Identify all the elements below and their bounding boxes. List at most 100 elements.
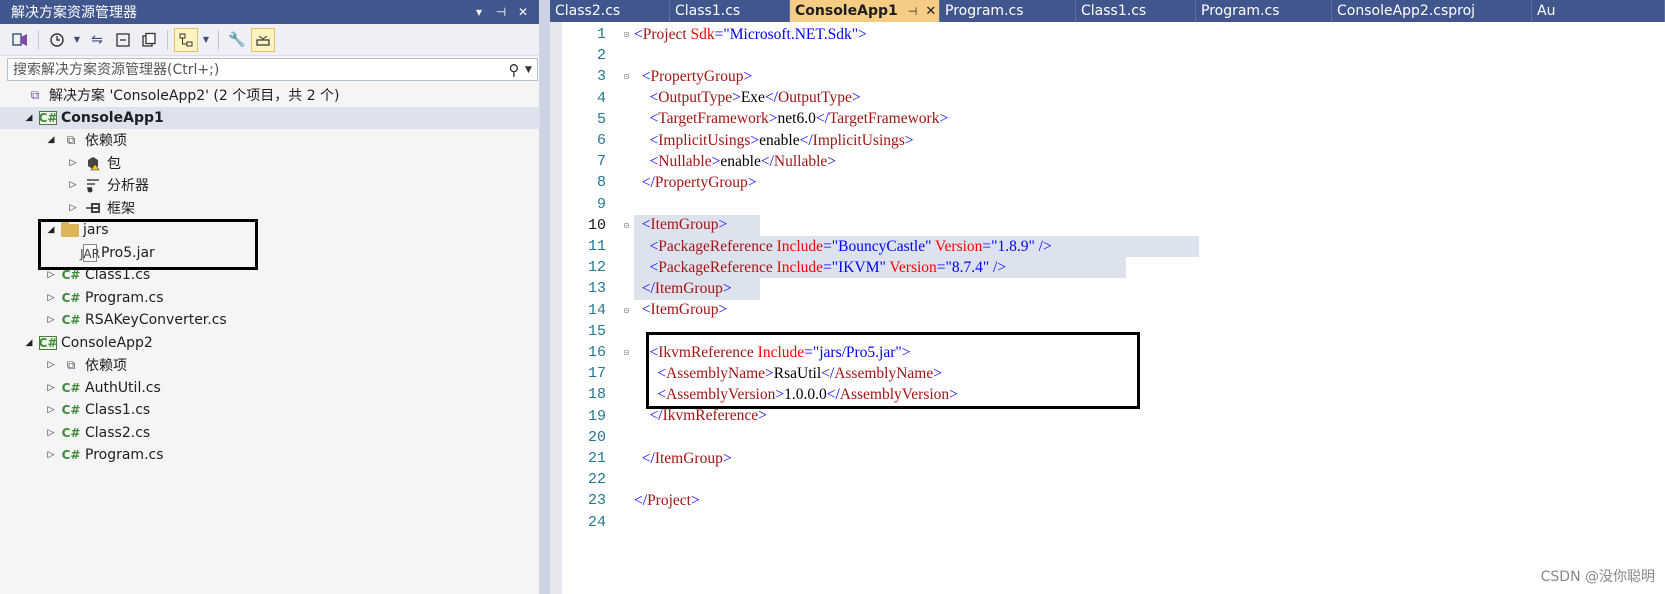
code-line[interactable]: 21 </ItemGroup> (550, 448, 1650, 469)
fold-toggle-icon[interactable]: ⊟ (624, 306, 634, 315)
tab-pin-icon[interactable]: ⊣ (908, 5, 918, 18)
code-line[interactable]: 13 </ItemGroup> (550, 278, 1650, 299)
class-view-toggle-icon[interactable] (174, 27, 198, 52)
code-token: > (732, 89, 741, 107)
code-token: =" (823, 258, 839, 276)
properties-wrench-icon[interactable]: 🔧 (225, 28, 249, 52)
jars-highlight-box (38, 219, 258, 270)
close-icon[interactable]: ✕ (515, 5, 531, 19)
code-line[interactable]: 2 (550, 45, 1650, 66)
collapsed-arrow-icon[interactable]: ▷ (44, 405, 58, 415)
code-line[interactable]: 11 <PackageReference Include="BouncyCast… (550, 236, 1650, 257)
csharp-file-icon: C# (61, 425, 81, 440)
collapsed-arrow-icon[interactable]: ▷ (44, 383, 58, 393)
pending-changes-icon[interactable] (45, 28, 69, 52)
code-editor[interactable]: 1 ⊟ <Project Sdk="Microsoft.NET.Sdk"> 2 3 ⊟ <… (550, 22, 1665, 594)
tree-item[interactable]: ▷ C# Class2.cs (0, 422, 540, 444)
collapsed-arrow-icon[interactable]: ▷ (66, 158, 80, 168)
collapsed-arrow-icon[interactable]: ▷ (44, 450, 58, 460)
search-icon[interactable]: ⚲ (503, 61, 525, 79)
code-line[interactable]: 4 <OutputType>Exe</OutputType> (550, 88, 1650, 109)
tree-item[interactable]: ▷ C# Program.cs (0, 287, 540, 309)
code-line[interactable]: 7 <Nullable>enable</Nullable> (550, 151, 1650, 172)
code-line[interactable]: 20 (550, 427, 1650, 448)
tree-item[interactable]: ◢ C# ConsoleApp1 (0, 106, 540, 129)
fold-toggle-icon[interactable]: ⊟ (624, 72, 634, 81)
code-token: Nullable (658, 152, 712, 170)
tab-close-icon[interactable]: ✕ (925, 4, 936, 19)
filter-dropdown-icon[interactable]: ▼ (200, 28, 212, 52)
sync-active-document-icon[interactable]: ⇋ (85, 28, 109, 52)
expanded-arrow-icon[interactable]: ◢ (22, 113, 36, 123)
tree-item[interactable]: ▷ 框架 (0, 197, 540, 219)
code-line[interactable]: 3 ⊟ <PropertyGroup> (550, 66, 1650, 87)
document-tab[interactable]: Program.cs (940, 0, 1076, 22)
tree-item[interactable]: ▷ 包 (0, 152, 540, 174)
csharp-project-icon: C# (38, 110, 58, 125)
collapsed-arrow-icon[interactable]: ▷ (44, 360, 58, 370)
collapsed-arrow-icon[interactable]: ▷ (44, 293, 58, 303)
toolbar-separator (218, 29, 219, 50)
ikvm-reference-highlight-box (646, 332, 1140, 409)
tree-item[interactable]: ◢ ⧉ 依赖项 (0, 129, 540, 151)
document-tab[interactable]: ConsoleApp2.csproj (1332, 0, 1532, 22)
collapsed-arrow-icon[interactable]: ▷ (66, 180, 80, 190)
tree-item-label: Class1.cs (85, 402, 151, 418)
tree-item[interactable]: ◢ C# ConsoleApp2 (0, 332, 540, 354)
line-number: 23 (587, 492, 606, 510)
document-tab[interactable]: Class1.cs (670, 0, 790, 22)
tree-item[interactable]: ▷ 分析器 (0, 174, 540, 196)
explorer-toolbar: ▼ ⇋ ▼ 🔧 (0, 24, 539, 56)
line-number: 1 (596, 26, 606, 43)
code-token: =" (823, 237, 839, 255)
code-line[interactable]: 10 ⊟ <ItemGroup> (550, 215, 1650, 236)
fold-toggle-icon[interactable]: ⊟ (624, 30, 634, 39)
document-tab[interactable]: ConsoleApp1 ⊣ ✕ (790, 0, 940, 22)
switch-views-icon[interactable] (8, 28, 32, 52)
window-position-dropdown-icon[interactable]: ▾ (471, 5, 487, 19)
panel-splitter[interactable] (540, 0, 550, 594)
code-line[interactable]: 1 ⊟ <Project Sdk="Microsoft.NET.Sdk"> (550, 24, 1650, 45)
code-line[interactable]: 8 </PropertyGroup> (550, 172, 1650, 193)
tree-item[interactable]: ▷ ⧉ 依赖项 (0, 354, 540, 376)
document-tab[interactable]: Class2.cs (550, 0, 670, 22)
fold-toggle-icon[interactable]: ⊟ (624, 348, 634, 357)
document-tab[interactable]: Program.cs (1196, 0, 1332, 22)
collapse-all-icon[interactable] (111, 28, 135, 52)
show-all-files-icon[interactable] (137, 28, 161, 52)
explorer-search-input[interactable] (8, 61, 503, 78)
code-line[interactable]: 6 <ImplicitUsings>enable</ImplicitUsings… (550, 130, 1650, 151)
document-tab[interactable]: Au (1532, 0, 1665, 22)
code-text: <ItemGroup> (634, 301, 728, 319)
tree-item[interactable]: ⧉ 解决方案 'ConsoleApp2' (2 个项目，共 2 个) (0, 84, 540, 106)
collapsed-arrow-icon[interactable]: ▷ (44, 428, 58, 438)
tree-item[interactable]: ▷ C# Class1.cs (0, 399, 540, 421)
code-line[interactable]: 12 <PackageReference Include="IKVM" Vers… (550, 257, 1650, 278)
solution-icon: ⧉ (30, 87, 40, 102)
tree-item[interactable]: ▷ C# Program.cs (0, 444, 540, 466)
tree-item-label: 依赖项 (85, 358, 127, 374)
code-line[interactable]: 9 (550, 194, 1650, 215)
document-tab[interactable]: Class1.cs (1076, 0, 1196, 22)
code-token: < (641, 301, 651, 319)
tree-item[interactable]: ▷ C# RSAKeyConverter.cs (0, 309, 540, 331)
history-dropdown-icon[interactable]: ▼ (71, 28, 83, 52)
expanded-arrow-icon[interactable]: ◢ (22, 338, 36, 348)
tree-item[interactable]: ▷ C# AuthUtil.cs (0, 377, 540, 399)
code-line[interactable]: 23 </Project> (550, 490, 1650, 511)
preview-selected-items-icon[interactable] (251, 27, 275, 52)
pin-icon[interactable]: ⊣ (493, 5, 509, 19)
search-options-dropdown-icon[interactable]: ▼ (525, 65, 537, 75)
collapsed-arrow-icon[interactable]: ▷ (66, 203, 80, 213)
code-line[interactable]: 22 (550, 469, 1650, 490)
collapsed-arrow-icon[interactable]: ▷ (44, 270, 58, 280)
expanded-arrow-icon[interactable]: ◢ (44, 135, 58, 145)
tab-label: Class1.cs (1081, 3, 1147, 19)
code-line[interactable]: 5 <TargetFramework>net6.0</TargetFramewo… (550, 109, 1650, 130)
fold-toggle-icon[interactable]: ⊟ (624, 221, 634, 230)
code-line[interactable]: 24 (550, 512, 1650, 533)
code-line[interactable]: 14 ⊟ <ItemGroup> (550, 300, 1650, 321)
collapsed-arrow-icon[interactable]: ▷ (44, 315, 58, 325)
